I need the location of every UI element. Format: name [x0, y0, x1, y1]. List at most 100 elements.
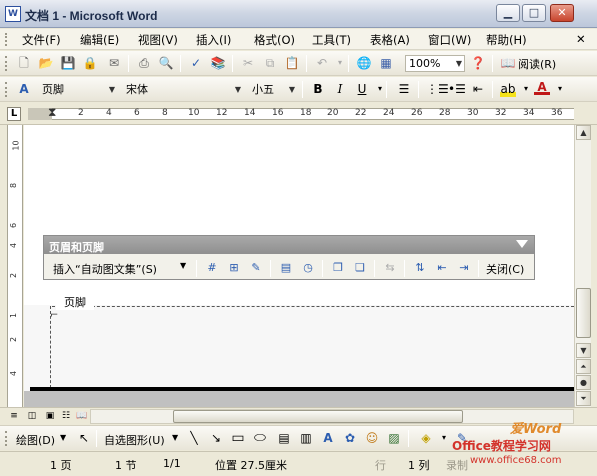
format-page-number-icon[interactable]: ✎	[248, 260, 264, 276]
menu-tools[interactable]: 工具(T)	[312, 32, 351, 48]
autoshapes-button[interactable]: 自选图形(U)	[104, 432, 165, 448]
fill-color-icon[interactable]: ◈	[418, 430, 434, 446]
numbering-icon[interactable]: ⋮☰	[426, 81, 449, 97]
vertical-scroll-thumb[interactable]	[576, 288, 591, 338]
help-icon[interactable]: ❓	[470, 55, 486, 71]
font-color-dropdown-icon[interactable]: ▾	[552, 81, 568, 97]
font-select[interactable]: 宋体 ▼	[122, 81, 244, 98]
italic-button[interactable]: I	[332, 81, 348, 97]
zoom-select[interactable]: 100% ▼	[405, 55, 465, 72]
copy-icon[interactable]: ⧉	[262, 55, 278, 71]
word-app-icon[interactable]: W	[5, 6, 21, 22]
cut-icon[interactable]: ✂	[240, 55, 256, 71]
mail-icon[interactable]: ✉	[106, 55, 122, 71]
decrease-indent-icon[interactable]: ⇤	[470, 81, 486, 97]
permission-icon[interactable]: 🔒	[82, 55, 98, 71]
chevron-down-icon[interactable]: ▼	[60, 433, 66, 442]
menu-window[interactable]: 窗口(W)	[428, 32, 471, 48]
line-icon[interactable]: ╲	[186, 430, 202, 446]
wordart-icon[interactable]: A	[320, 430, 336, 446]
arrow-icon[interactable]: ↘	[208, 430, 224, 446]
open-folder-icon[interactable]: 📂	[38, 55, 54, 71]
menu-view[interactable]: 视图(V)	[138, 32, 178, 48]
textbox-icon[interactable]: ▤	[276, 430, 292, 446]
reading-layout-icon[interactable]: 📖	[76, 410, 88, 422]
table-icon[interactable]: ▦	[378, 55, 394, 71]
show-next-icon[interactable]: ⇥	[456, 260, 472, 276]
font-size-select[interactable]: 小五 ▼	[248, 81, 298, 98]
style-select[interactable]: 页脚 ▼	[38, 81, 118, 98]
read-mode-label[interactable]: 阅读(R)	[518, 56, 556, 72]
horizontal-ruler[interactable]: L ⧗ 2 4 6 8 10 12 14 16 18 20 22 24 26 2…	[0, 103, 597, 125]
minimize-button[interactable]: ▁	[496, 4, 520, 22]
close-window-button[interactable]: ✕	[550, 4, 574, 22]
scroll-down-icon[interactable]: ▼	[576, 343, 591, 358]
header-footer-toolbar-title[interactable]: 页眉和页脚	[44, 236, 534, 254]
hyperlink-icon[interactable]: 🌐	[356, 55, 372, 71]
tab-selector[interactable]: L	[7, 107, 21, 121]
next-page-icon[interactable]: ⏷	[576, 391, 591, 406]
highlight-dropdown-icon[interactable]: ▾	[518, 81, 534, 97]
select-objects-icon[interactable]: ↖	[76, 430, 92, 446]
menu-table[interactable]: 表格(A)	[370, 32, 410, 48]
switch-header-footer-icon[interactable]: ⇅	[412, 260, 428, 276]
maximize-button[interactable]: □	[522, 4, 546, 22]
highlight-icon[interactable]: ab	[500, 81, 516, 97]
justify-icon[interactable]: ☰	[396, 81, 412, 97]
vertical-ruler[interactable]: 10 8 6 4 2 1 2 4	[7, 125, 23, 407]
same-as-previous-icon[interactable]: ⇆	[382, 260, 398, 276]
menu-grip[interactable]	[5, 33, 8, 46]
research-icon[interactable]: 📚	[210, 55, 226, 71]
draw-menu-button[interactable]: 绘图(D)	[16, 432, 55, 448]
bold-button[interactable]: B	[310, 81, 326, 97]
toolbar-grip[interactable]	[5, 82, 8, 97]
insert-page-count-icon[interactable]: ⊞	[226, 260, 242, 276]
save-icon[interactable]: 💾	[60, 55, 76, 71]
indent-marker-icon[interactable]: ⧗	[48, 105, 56, 120]
menu-file[interactable]: 文件(F)	[22, 32, 61, 48]
read-mode-icon[interactable]: 📖	[500, 55, 516, 71]
insert-date-icon[interactable]: ▤	[278, 260, 294, 276]
close-header-footer-button[interactable]: 关闭(C)	[486, 261, 524, 277]
underline-button[interactable]: U	[354, 81, 370, 97]
previous-page-icon[interactable]: ⏶	[576, 359, 591, 374]
horizontal-scrollbar[interactable]	[90, 409, 574, 424]
menu-edit[interactable]: 编辑(E)	[80, 32, 119, 48]
normal-view-icon[interactable]: ≡	[8, 410, 20, 422]
insert-time-icon[interactable]: ◷	[300, 260, 316, 276]
status-record[interactable]: 录制	[446, 457, 468, 473]
menu-insert[interactable]: 插入(I)	[196, 32, 231, 48]
menu-format[interactable]: 格式(O)	[254, 32, 295, 48]
toolbar-grip[interactable]	[5, 431, 8, 446]
chevron-down-icon[interactable]: ▼	[180, 261, 186, 270]
new-document-icon[interactable]: 🗋	[16, 55, 32, 71]
horizontal-scroll-thumb[interactable]	[173, 410, 463, 423]
vertical-scrollbar[interactable]: ▲ ▼ ⏶ ● ⏷	[574, 125, 591, 407]
chevron-down-icon[interactable]: ▼	[172, 433, 178, 442]
oval-icon[interactable]: ⬭	[252, 430, 268, 446]
spelling-icon[interactable]: ✓	[188, 55, 204, 71]
select-browse-object-icon[interactable]: ●	[576, 375, 591, 390]
toolbar-options-icon[interactable]	[516, 240, 528, 248]
undo-icon[interactable]: ↶	[314, 55, 330, 71]
paste-icon[interactable]: 📋	[284, 55, 300, 71]
menu-help[interactable]: 帮助(H)	[486, 32, 527, 48]
clip-art-icon[interactable]: ☺	[364, 430, 380, 446]
insert-page-number-icon[interactable]: #	[204, 260, 220, 276]
page-setup-icon[interactable]: ❐	[330, 260, 346, 276]
print-preview-icon[interactable]: 🔍	[158, 55, 174, 71]
outline-view-icon[interactable]: ☷	[60, 410, 72, 422]
print-icon[interactable]: ⎙	[136, 55, 152, 71]
font-color-icon[interactable]: A	[534, 81, 550, 95]
diagram-icon[interactable]: ✿	[342, 430, 358, 446]
picture-icon[interactable]: ▨	[386, 430, 402, 446]
scroll-up-icon[interactable]: ▲	[576, 125, 591, 140]
undo-dropdown-icon[interactable]: ▾	[332, 55, 348, 71]
styles-formatting-icon[interactable]: A	[16, 81, 32, 97]
rectangle-icon[interactable]: ▭	[230, 430, 246, 446]
show-previous-icon[interactable]: ⇤	[434, 260, 450, 276]
toolbar-grip[interactable]	[5, 56, 8, 71]
print-layout-icon[interactable]: ▣	[44, 410, 56, 422]
vertical-textbox-icon[interactable]: ▥	[298, 430, 314, 446]
close-document-icon[interactable]: ✕	[576, 32, 586, 46]
